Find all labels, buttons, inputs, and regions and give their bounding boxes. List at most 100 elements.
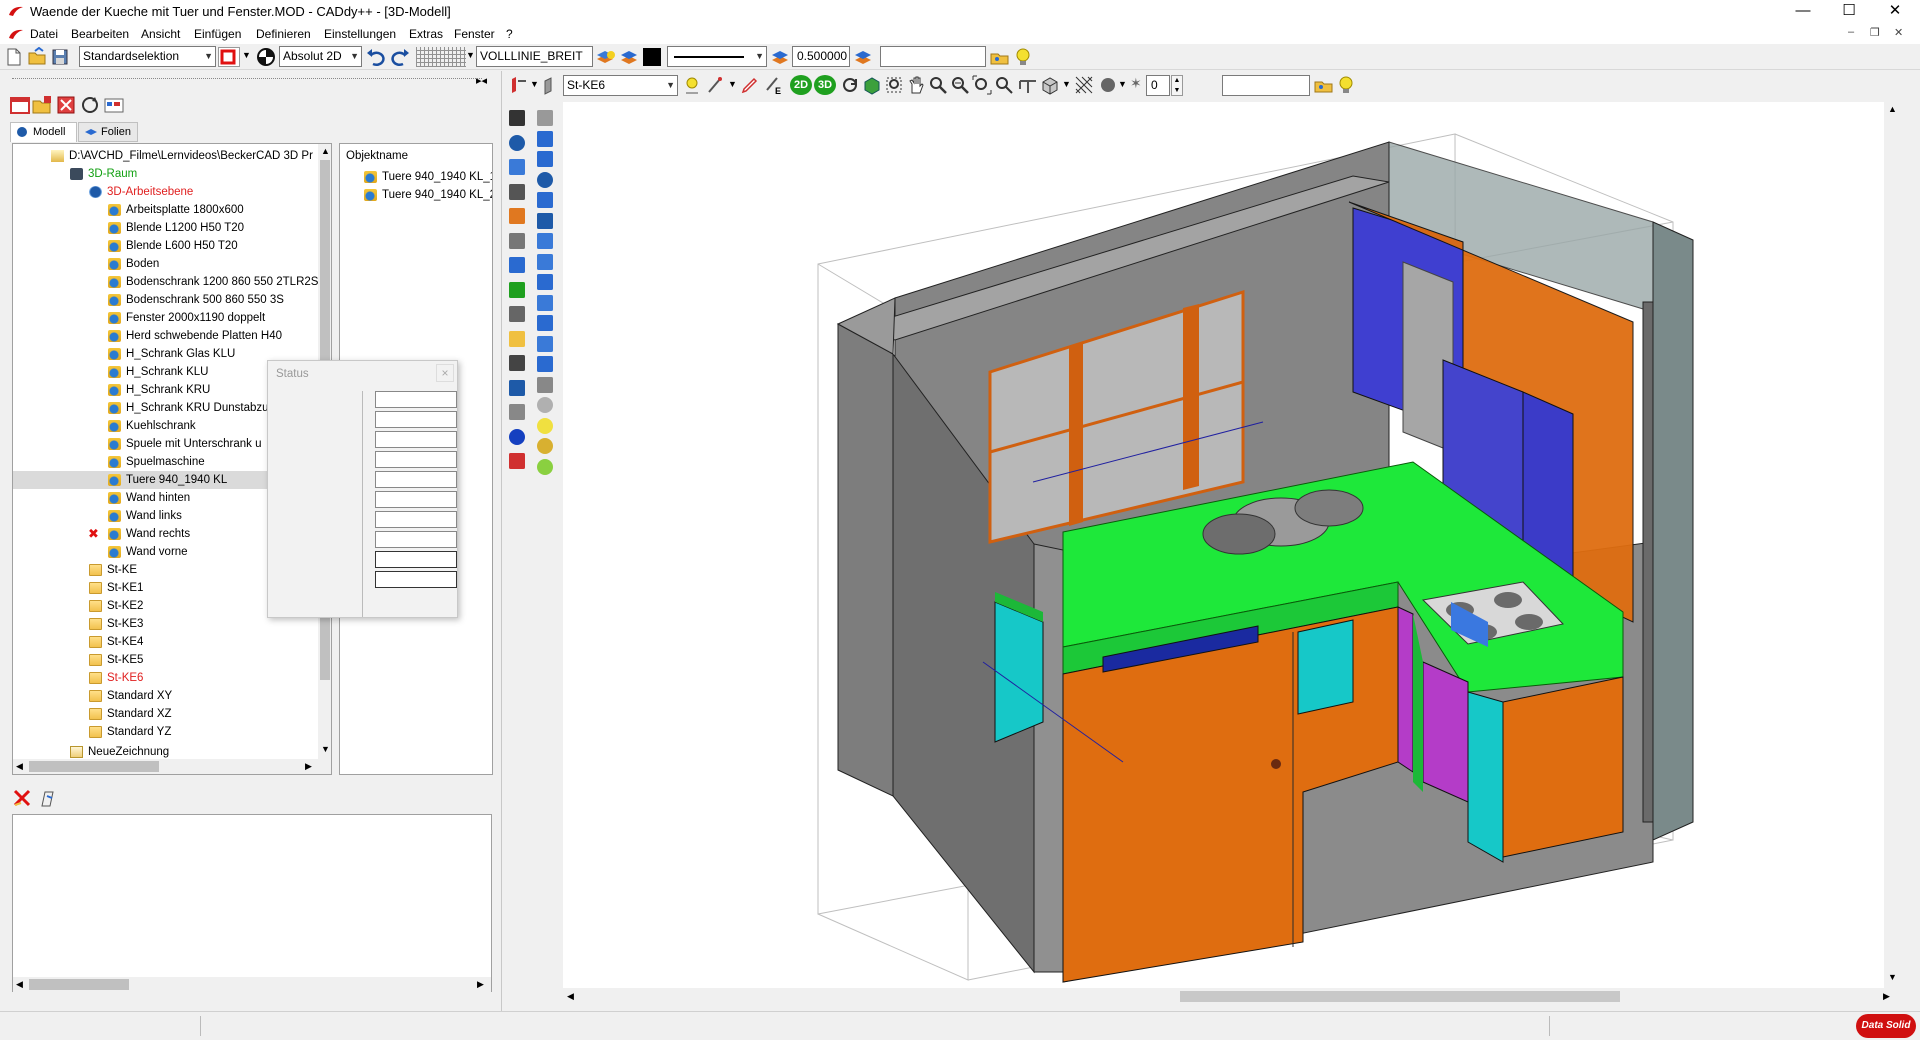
scroll-right-icon[interactable]: ▶ — [1883, 991, 1890, 1002]
box-solid-icon[interactable] — [537, 130, 553, 147]
sphere-icon[interactable] — [509, 134, 525, 151]
edge-icon[interactable] — [537, 335, 553, 352]
menu-bearbeiten[interactable]: Bearbeiten — [71, 27, 129, 41]
chevron-down-icon[interactable]: ▼ — [1062, 79, 1071, 89]
chevron-down-icon[interactable]: ▼ — [1118, 79, 1127, 89]
zoom-all-icon[interactable] — [972, 75, 992, 95]
view-2d-button[interactable]: 2D — [790, 75, 812, 95]
tree-hscroll-thumb[interactable] — [29, 761, 159, 772]
circle-tool-icon[interactable] — [509, 159, 525, 175]
selection-filter-button[interactable] — [218, 47, 240, 67]
torus-icon[interactable] — [537, 192, 553, 208]
copy-move-icon[interactable] — [509, 232, 525, 249]
menu-einstellungen[interactable]: Einstellungen — [324, 27, 396, 41]
properties-hscroll-thumb[interactable] — [29, 979, 129, 990]
open-file-icon[interactable] — [27, 47, 47, 67]
maximize-button[interactable]: ☐ — [1826, 0, 1872, 24]
folder-group-icon[interactable] — [990, 47, 1010, 67]
hatch-icon[interactable] — [509, 404, 525, 420]
render-box-icon[interactable] — [862, 75, 882, 95]
tree-horizontal-scrollbar[interactable]: ◀ ▶ — [13, 759, 331, 774]
snap-mode-icon[interactable] — [256, 47, 276, 67]
menu-einfuegen[interactable]: Einfügen — [194, 27, 241, 41]
light-source-icon[interactable] — [682, 75, 702, 95]
chevron-down-icon[interactable]: ▼ — [242, 50, 251, 60]
scroll-up-icon[interactable]: ▲ — [321, 146, 330, 156]
sweep-icon[interactable] — [537, 253, 553, 270]
scroll-up-icon[interactable]: ▲ — [1888, 104, 1897, 114]
refresh-icon[interactable] — [80, 95, 100, 115]
mdi-close-icon[interactable]: ✕ — [1894, 26, 1903, 39]
ball-gold-icon[interactable] — [537, 438, 553, 454]
cylinder-icon[interactable] — [537, 151, 553, 167]
pointer-arrow-icon[interactable] — [509, 110, 525, 126]
slice-icon[interactable] — [537, 356, 553, 372]
shaded-cube-icon[interactable] — [1040, 75, 1060, 95]
menu-datei[interactable]: Datei — [30, 27, 58, 41]
color-swatch[interactable] — [643, 48, 661, 66]
text-tool-icon[interactable] — [509, 379, 525, 396]
star-icon[interactable]: ✶ — [1130, 75, 1142, 92]
scroll-down-icon[interactable]: ▼ — [321, 744, 330, 754]
3d-viewport[interactable]: ▲ ▼ — [563, 102, 1901, 988]
tab-folien[interactable]: Folien — [78, 122, 138, 142]
transform-icon[interactable] — [509, 355, 525, 371]
zoom-in-icon[interactable] — [928, 75, 948, 95]
counter-input[interactable]: 0 — [1146, 75, 1170, 96]
info-icon[interactable] — [509, 428, 525, 445]
tree-options-icon[interactable] — [104, 95, 124, 115]
scroll-left-icon[interactable]: ◀ — [567, 991, 574, 1002]
line-tool-icon[interactable] — [509, 183, 525, 200]
pen-select-icon[interactable] — [508, 75, 528, 95]
scroll-left-icon[interactable]: ◀ — [16, 979, 23, 990]
pan-hand-icon[interactable] — [906, 75, 926, 95]
select-arrow-icon[interactable] — [537, 110, 553, 126]
layers-icon[interactable] — [619, 47, 639, 67]
status-window-close-button[interactable]: × — [436, 364, 454, 382]
grid-icon[interactable] — [416, 47, 466, 67]
scroll-right-icon[interactable]: ▶ — [305, 761, 312, 772]
new-file-icon[interactable] — [4, 47, 24, 67]
scroll-right-icon[interactable]: ▶ — [477, 979, 484, 990]
viewport-vertical-scrollbar[interactable]: ▲ ▼ — [1884, 102, 1901, 988]
redo-icon[interactable] — [390, 47, 410, 67]
rotate-tool-icon[interactable] — [509, 257, 525, 273]
toolbar1-text-field[interactable] — [880, 46, 986, 67]
panel-pin-icon[interactable]: ▸◂ — [476, 74, 487, 87]
ball-green-icon[interactable] — [537, 458, 553, 475]
chain-icon[interactable] — [537, 376, 553, 393]
chevron-down-icon[interactable]: ▼ — [728, 79, 737, 89]
line-type-select[interactable]: VOLLLINIE_BREIT — [476, 46, 593, 67]
measure-e-icon[interactable]: E — [764, 75, 784, 95]
chevron-down-icon[interactable]: ▼ — [466, 50, 475, 60]
mdi-restore-icon[interactable]: ❐ — [1870, 26, 1880, 39]
menu-extras[interactable]: Extras — [409, 27, 443, 41]
coordinate-mode-select[interactable]: Absolut 2D ▼ — [279, 46, 362, 67]
pencil-icon[interactable] — [509, 208, 525, 224]
zoom-previous-icon[interactable] — [994, 75, 1014, 95]
lightbulb-icon[interactable] — [1013, 47, 1033, 67]
folder-edit-icon[interactable] — [509, 330, 525, 347]
zoom-window-icon[interactable] — [884, 75, 904, 95]
rotate-view-icon[interactable] — [840, 75, 860, 95]
panel-gripper[interactable] — [12, 78, 482, 81]
save-icon[interactable] — [50, 47, 70, 67]
menu-definieren[interactable]: Definieren — [256, 27, 311, 41]
line-style-select[interactable]: ▼ — [667, 46, 767, 67]
eraser-icon[interactable] — [509, 453, 525, 469]
tab-modell[interactable]: Modell — [10, 122, 77, 142]
properties-horizontal-scrollbar[interactable]: ◀ ▶ — [13, 977, 491, 992]
delete-folder-icon[interactable] — [56, 95, 76, 115]
mdi-minimize-icon[interactable]: ‒ — [1848, 26, 1854, 38]
working-plane-select[interactable]: St-KE6 ▼ — [563, 75, 678, 96]
toolbar2-text-field[interactable] — [1222, 75, 1310, 96]
sphere-solid-icon[interactable] — [537, 171, 553, 188]
pencil-edit-icon[interactable] — [740, 75, 760, 95]
menu-ansicht[interactable]: Ansicht — [141, 27, 180, 41]
layer-light-icon[interactable] — [596, 47, 616, 67]
close-button[interactable]: ✕ — [1872, 0, 1918, 24]
properties-icon[interactable] — [38, 788, 58, 808]
section-plane-icon[interactable] — [1018, 75, 1038, 95]
menu-fenster[interactable]: Fenster — [454, 27, 495, 41]
extrude-icon[interactable] — [537, 274, 553, 290]
